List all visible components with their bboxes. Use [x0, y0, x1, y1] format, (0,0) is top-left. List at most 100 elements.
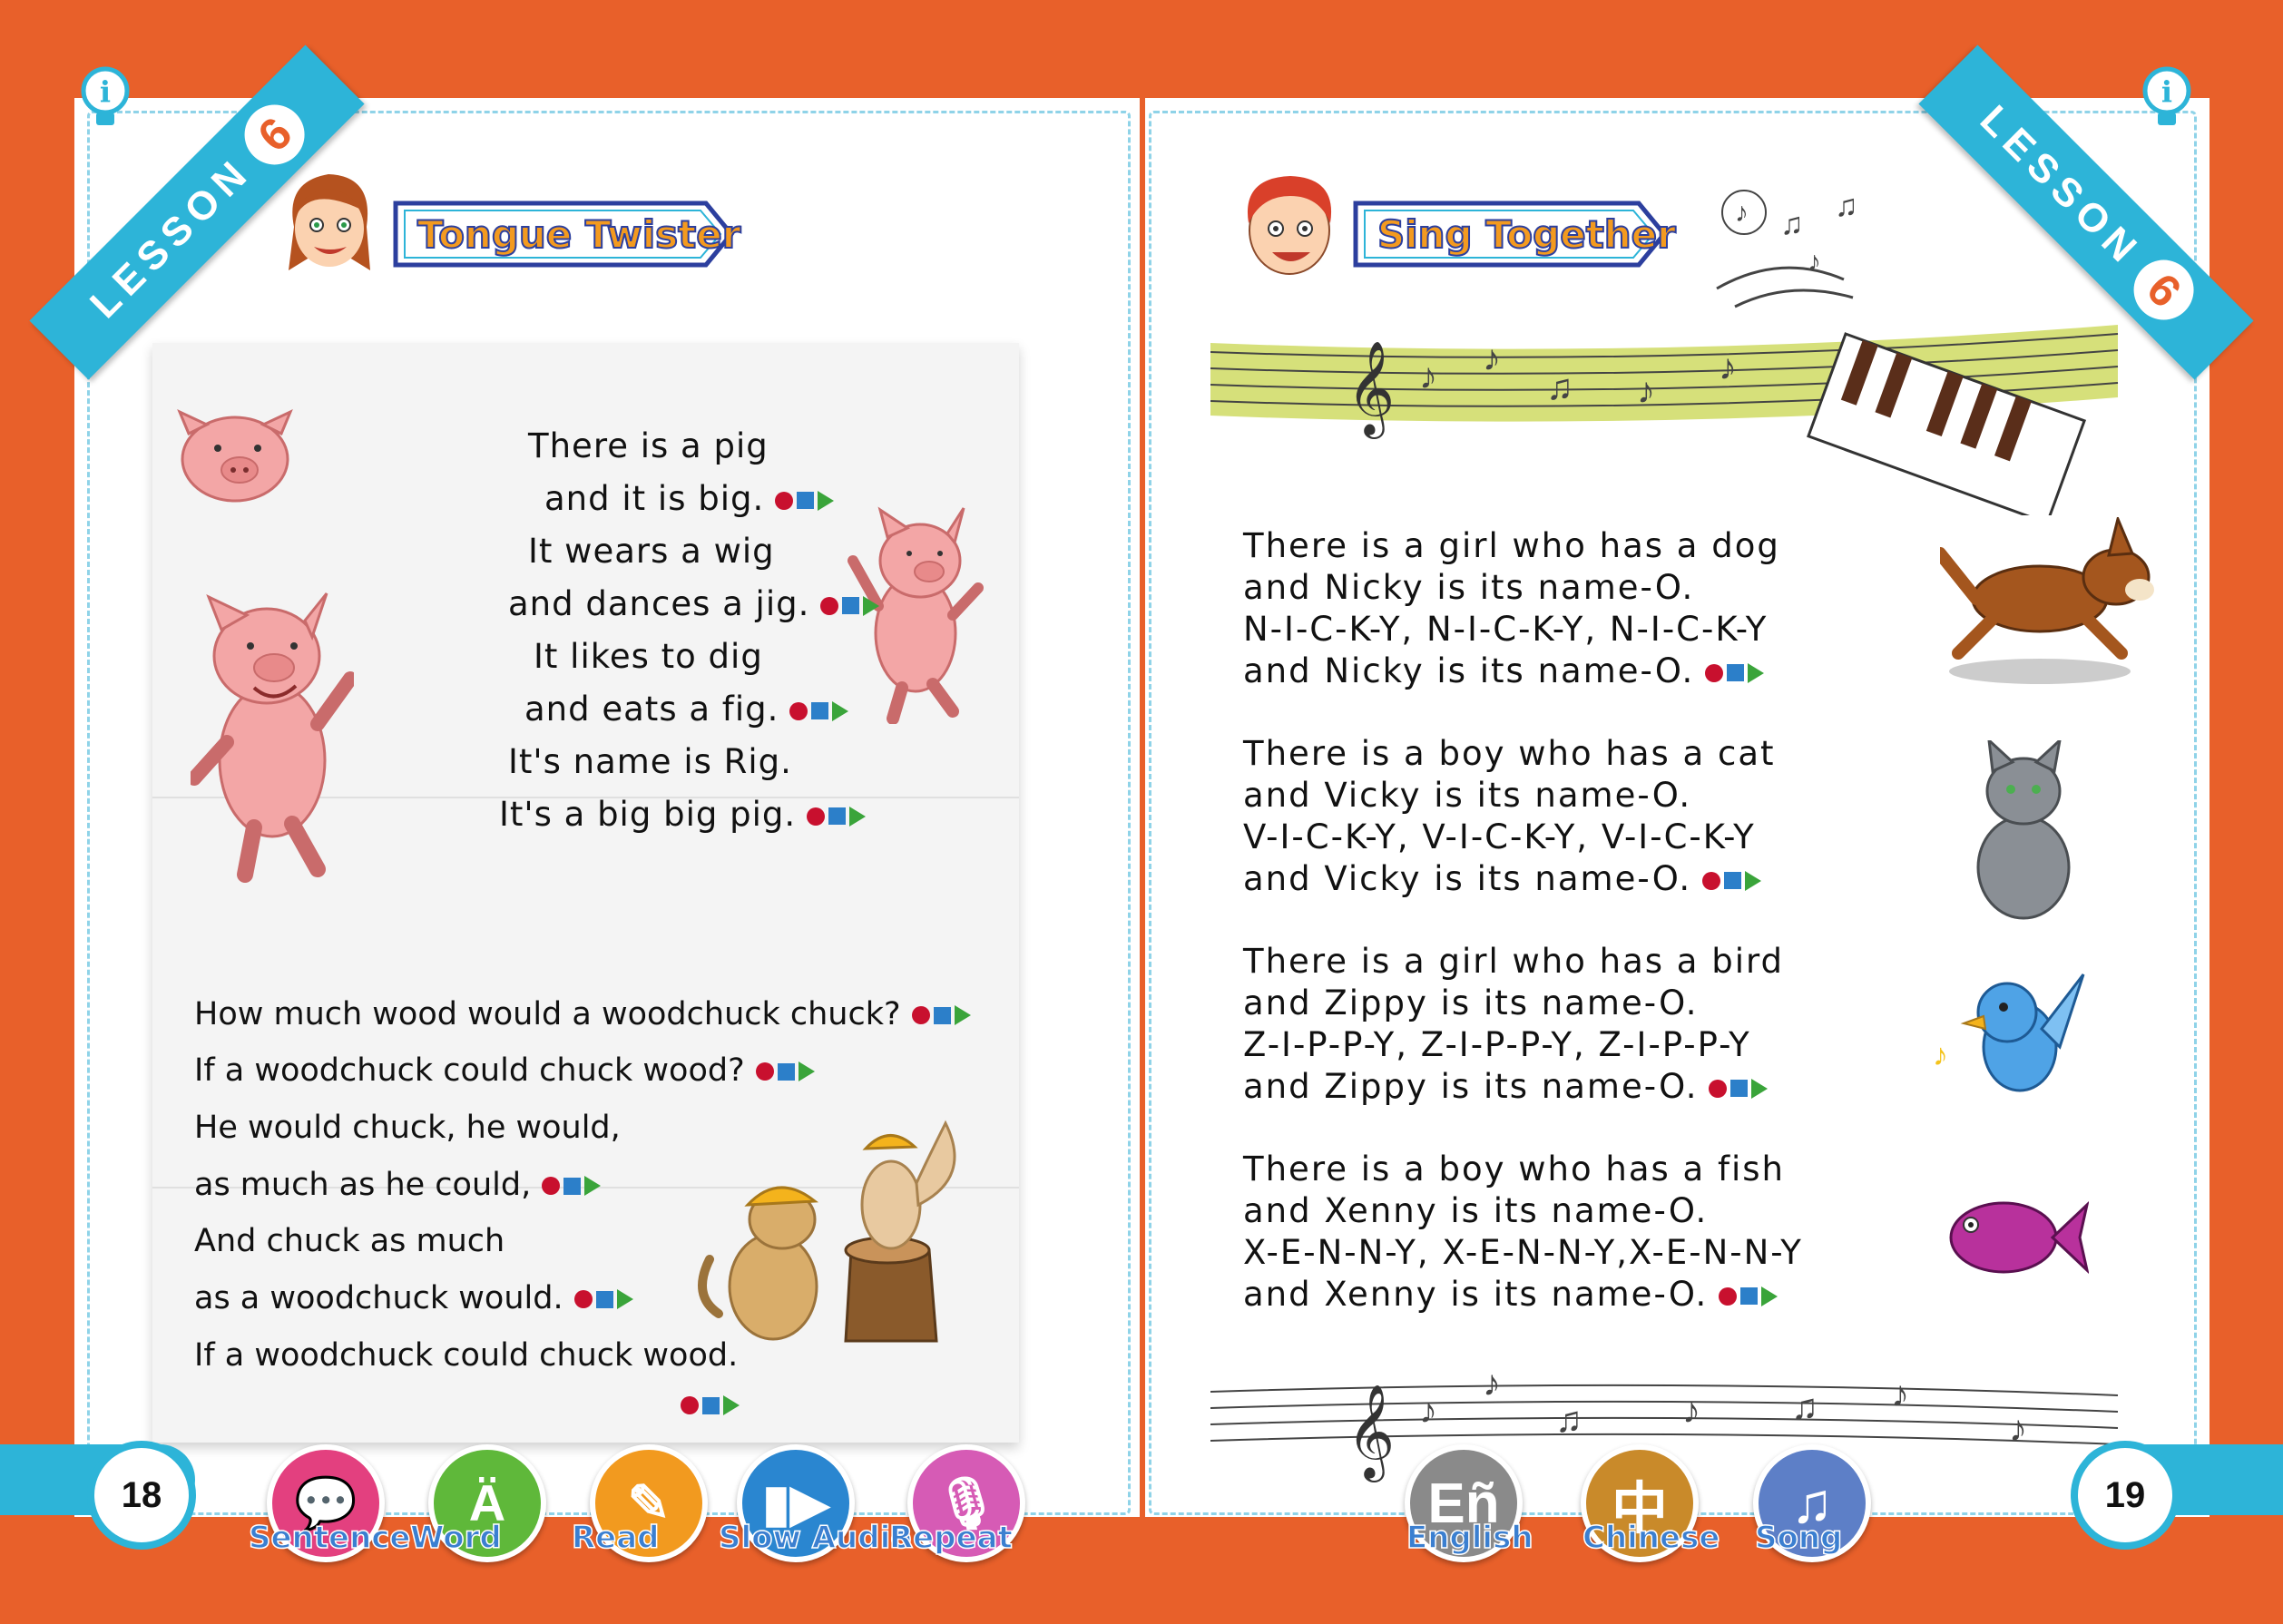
play-icon[interactable] — [1761, 1286, 1778, 1306]
woodchuck-line: If a woodchuck could chuck wood? — [194, 1052, 815, 1089]
verse-line-text: There is a girl who has a dog — [1243, 526, 1780, 565]
svg-text:♪: ♪ — [1719, 347, 1737, 387]
play-icon[interactable] — [832, 700, 849, 721]
record-icon[interactable] — [820, 596, 839, 615]
audio-controls[interactable] — [755, 1061, 815, 1081]
record-icon[interactable] — [755, 1062, 774, 1081]
play-icon[interactable] — [863, 595, 880, 616]
audio-controls[interactable] — [1709, 1078, 1769, 1099]
play-icon[interactable] — [616, 1289, 633, 1309]
audio-controls[interactable] — [807, 806, 867, 827]
svg-text:♪: ♪ — [1419, 357, 1437, 396]
svg-text:♫: ♫ — [1791, 1387, 1818, 1427]
left-page: LESSON 6 i Tongue Twister There is a pig… — [29, 44, 1140, 1517]
stop-icon[interactable] — [797, 492, 815, 509]
record-icon[interactable] — [573, 1290, 593, 1308]
verse-line: V-I-C-K-Y, V-I-C-K-Y, V-I-C-K-Y — [1243, 817, 1776, 859]
stop-icon[interactable] — [933, 1006, 951, 1024]
audio-controls[interactable] — [1719, 1286, 1778, 1306]
woodchuck-line: And chuck as much — [194, 1223, 505, 1259]
verse-line: and Vicky is its name-O. — [1243, 776, 1776, 817]
record-icon[interactable] — [542, 1177, 561, 1195]
play-icon[interactable] — [798, 1061, 815, 1081]
record-icon[interactable] — [1709, 1079, 1728, 1098]
verse-line-text: and Nicky is its name-O. — [1243, 651, 1695, 690]
woodchuck-line: as much as he could, — [194, 1167, 602, 1203]
record-icon[interactable] — [775, 491, 794, 510]
svg-text:♪: ♪ — [1419, 1391, 1437, 1431]
woodchuck-line-text: He would chuck, he would, — [194, 1110, 621, 1146]
stop-icon[interactable] — [828, 807, 847, 825]
poem-line: It wears a wig — [528, 532, 775, 571]
stop-icon[interactable] — [595, 1290, 613, 1308]
record-icon[interactable] — [911, 1006, 930, 1024]
verse-line: and Vicky is its name-O. — [1243, 859, 1776, 901]
record-icon[interactable] — [1705, 663, 1724, 682]
play-icon[interactable] — [1748, 662, 1765, 683]
play-icon[interactable] — [849, 806, 867, 827]
stop-icon[interactable] — [1730, 1080, 1749, 1097]
svg-text:♫: ♫ — [1555, 1400, 1582, 1440]
poem-line: It's a big big pig. — [499, 795, 867, 834]
cat-illustration — [1976, 740, 2071, 920]
poem-line: It's name is Rig. — [508, 742, 792, 781]
svg-text:♪: ♪ — [1735, 198, 1749, 228]
audio-controls[interactable] — [573, 1289, 633, 1309]
svg-text:♫: ♫ — [1780, 207, 1804, 241]
woodchuck-line-text: If a woodchuck could chuck wood? — [194, 1052, 745, 1089]
play-icon[interactable] — [1751, 1078, 1769, 1099]
section-title-bar: Sing Together — [1352, 198, 1677, 270]
verse-line: and Zippy is its name-O. — [1243, 983, 1784, 1025]
audio-controls[interactable] — [542, 1176, 602, 1196]
svg-text:𝄞: 𝄞 — [1347, 1384, 1395, 1482]
stop-icon[interactable] — [842, 597, 860, 614]
play-icon[interactable] — [723, 1395, 740, 1415]
tool-label: Slow Audio — [718, 1519, 912, 1557]
svg-text:♪: ♪ — [1933, 1038, 1948, 1072]
pig-head-illustration — [177, 409, 293, 503]
play-icon[interactable] — [818, 490, 835, 511]
verse-line: There is a boy who has a fish — [1243, 1150, 1803, 1191]
record-icon[interactable] — [681, 1396, 699, 1414]
info-bulb-icon[interactable]: i — [76, 62, 134, 131]
verse-line: Z-I-P-P-Y, Z-I-P-P-Y, Z-I-P-P-Y — [1243, 1025, 1784, 1067]
record-icon[interactable] — [789, 701, 808, 720]
audio-controls[interactable] — [775, 490, 835, 511]
audio-controls[interactable] — [681, 1395, 740, 1415]
verse-line-text: and Zippy is its name-O. — [1243, 1067, 1699, 1106]
fish-illustration — [1949, 1201, 2089, 1274]
audio-controls[interactable] — [820, 595, 880, 616]
poem-line: and it is big. — [544, 479, 835, 518]
stop-icon[interactable] — [1724, 872, 1742, 889]
girl-avatar — [289, 174, 370, 270]
music-notes-decoration: ♪ ♫ ♫ ♪ — [1716, 189, 1858, 308]
audio-controls[interactable] — [911, 1005, 971, 1025]
tool-label: English — [1406, 1519, 1533, 1557]
stop-icon[interactable] — [777, 1062, 795, 1081]
info-bulb-icon[interactable]: i — [2138, 62, 2196, 131]
record-icon[interactable] — [1702, 871, 1721, 890]
svg-text:♪: ♪ — [1682, 1391, 1700, 1431]
stop-icon[interactable] — [563, 1177, 582, 1195]
verse-line-text: and Xenny is its name-O. — [1243, 1191, 1709, 1230]
tool-label: Repeat — [888, 1519, 1013, 1557]
play-icon[interactable] — [584, 1176, 602, 1196]
play-icon[interactable] — [1745, 870, 1762, 891]
poem-line-text: There is a pig — [528, 426, 769, 465]
verse-line-text: and Xenny is its name-O. — [1243, 1275, 1709, 1314]
stop-icon[interactable] — [1740, 1287, 1759, 1305]
audio-controls[interactable] — [1702, 870, 1762, 891]
verse-line: X-E-N-N-Y, X-E-N-N-Y,X-E-N-N-Y — [1243, 1233, 1803, 1275]
stop-icon[interactable] — [811, 702, 829, 719]
play-icon[interactable] — [954, 1005, 971, 1025]
verse-line-text: There is a girl who has a bird — [1243, 942, 1785, 981]
record-icon[interactable] — [807, 807, 826, 826]
verse-line-text: X-E-N-N-Y, X-E-N-N-Y,X-E-N-N-Y — [1243, 1233, 1803, 1272]
stop-icon[interactable] — [702, 1396, 720, 1414]
poem-line-text: It likes to dig — [534, 637, 763, 676]
audio-controls[interactable] — [1705, 662, 1765, 683]
audio-controls[interactable] — [789, 700, 849, 721]
stop-icon[interactable] — [1727, 664, 1745, 681]
record-icon[interactable] — [1719, 1286, 1738, 1306]
bird-illustration: ♪ — [1933, 973, 2085, 1092]
